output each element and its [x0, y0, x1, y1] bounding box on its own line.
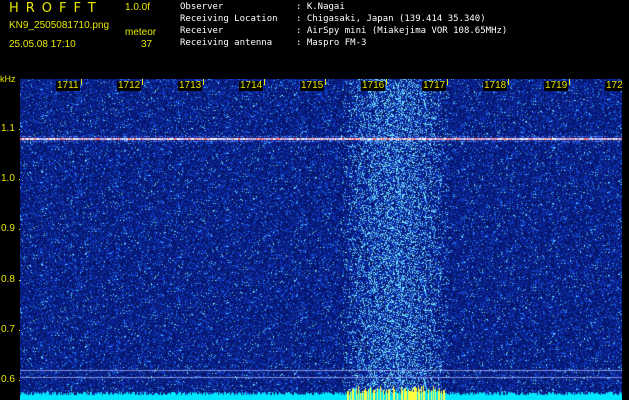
x-tick-mark [203, 79, 204, 85]
info-value: : Chigasaki, Japan (139.414 35.340) [296, 14, 486, 24]
x-tick-mark [447, 79, 448, 85]
datetime-label: 25.05.08 17:10 [9, 39, 76, 50]
info-label: Receiving Location [180, 14, 278, 24]
x-tick-label: 1714 [239, 80, 264, 91]
y-tick-label: 0.8 [1, 273, 15, 285]
info-label: Observer [180, 2, 224, 12]
x-tick-mark [81, 79, 82, 85]
spectrogram-canvas [20, 79, 622, 400]
station-info: Observer : K.Nagai Receiving Location : Ch… [180, 1, 507, 49]
y-axis-unit: kHz [0, 74, 16, 84]
spectrogram-plot: 1711 1712 1713 1714 1715 1716 1717 1718 1719 1720 [20, 79, 622, 400]
x-tick-mark [264, 79, 265, 85]
meteor-label: meteor [125, 27, 157, 38]
x-tick-label: 1719 [544, 80, 569, 91]
x-tick-label: 1713 [178, 80, 203, 91]
version-label: 1.0.0f [125, 2, 151, 13]
y-tick-label: 0.6 [1, 374, 15, 385]
info-label: Receiving antenna [180, 38, 273, 48]
x-tick-mark [386, 79, 387, 85]
plot-right-border [622, 79, 629, 400]
y-tick-label: 0.7 [1, 323, 15, 335]
info-row-receiver: Receiver : AirSpy mini (Miakejima VOR 108… [180, 25, 507, 37]
x-tick-label: 1715 [300, 80, 325, 91]
x-tick-mark [569, 79, 570, 85]
info-row-antenna: Receiving antenna : Maspro FM-3 [180, 37, 507, 49]
info-value: : Maspro FM-3 [296, 38, 367, 48]
info-row-observer: Observer : K.Nagai [180, 1, 507, 13]
x-tick-label: 1716 [361, 80, 386, 91]
info-label: Receiver [180, 26, 224, 36]
x-tick-label: 1717 [422, 80, 447, 91]
y-tick-label: 1.1 [1, 123, 15, 134]
info-value: : K.Nagai [296, 2, 345, 12]
x-tick-mark [325, 79, 326, 85]
info-row-location: Receiving Location : Chigasaki, Japan (13… [180, 13, 507, 25]
header-panel: HROFFT 1.0.0f KN9_2505081710.png meteor … [0, 0, 629, 77]
meteor-count: 37 [141, 39, 153, 50]
y-tick-label: 0.9 [1, 223, 15, 235]
filename-label: KN9_2505081710.png [9, 20, 110, 31]
x-tick-label: 1711 [56, 80, 80, 91]
x-tick-label: 1712 [117, 80, 142, 91]
y-tick-label: 1.0 [1, 173, 15, 185]
app-title: HROFFT [9, 1, 103, 16]
x-tick-mark [508, 79, 509, 85]
info-value: : AirSpy mini (Miakejima VOR 108.65MHz) [296, 26, 508, 36]
x-tick-label: 1720 [605, 81, 622, 91]
x-tick-mark [142, 79, 143, 85]
x-tick-label: 1718 [483, 80, 508, 91]
